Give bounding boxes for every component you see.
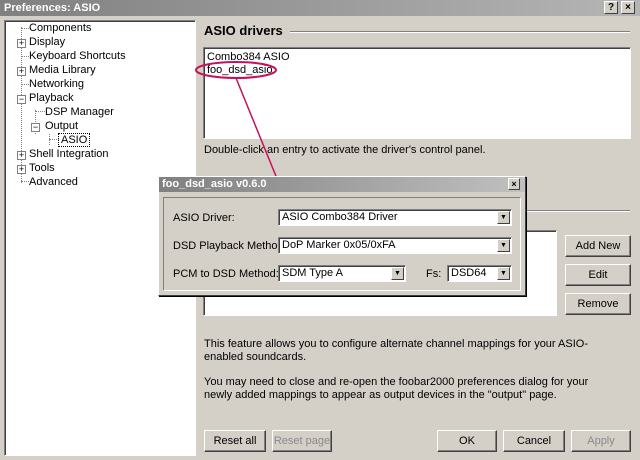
tree-item-components[interactable]: Components: [29, 22, 91, 35]
asio-drivers-heading: ASIO drivers: [204, 23, 283, 38]
close-button[interactable]: ×: [621, 1, 635, 14]
dialog-settings-panel: ASIO Driver: ASIO Combo384 Driver ▼ DSD …: [163, 197, 521, 291]
tree-item-display[interactable]: Display: [29, 36, 65, 49]
collapse-icon[interactable]: −: [31, 123, 40, 132]
fs-select[interactable]: DSD64 ▼: [447, 265, 512, 282]
tree-item-media-library[interactable]: Media Library: [29, 64, 96, 77]
pcm-to-dsd-method-select[interactable]: SDM Type A ▼: [278, 265, 406, 282]
tree-item-asio[interactable]: ASIO: [57, 133, 91, 147]
driver-item-combo384[interactable]: Combo384 ASIO: [207, 51, 290, 63]
dialog-title: foo_dsd_asio v0.6.0: [162, 178, 267, 190]
remove-button[interactable]: Remove: [565, 293, 631, 315]
dsd-playback-method-select[interactable]: DoP Marker 0x05/0xFA ▼: [278, 237, 512, 254]
collapse-icon[interactable]: −: [17, 95, 26, 104]
dropdown-arrow-icon[interactable]: ▼: [497, 211, 510, 224]
driver-hint: Double-click an entry to activate the dr…: [204, 144, 486, 156]
driver-item-foo-dsd-asio[interactable]: foo_dsd_asio: [207, 64, 272, 76]
asio-driver-select[interactable]: ASIO Combo384 Driver ▼: [278, 209, 512, 226]
dsd-playback-method-label: DSD Playback Method:: [173, 240, 287, 252]
expand-icon[interactable]: +: [17, 165, 26, 174]
tree-item-playback[interactable]: Playback: [29, 92, 74, 105]
reset-all-button[interactable]: Reset all: [204, 430, 266, 452]
tree-item-networking[interactable]: Networking: [29, 78, 84, 91]
mapping-divider: [525, 210, 630, 212]
dropdown-arrow-icon[interactable]: ▼: [497, 239, 510, 252]
fs-value: DSD64: [451, 267, 487, 279]
fs-label: Fs:: [426, 268, 442, 280]
ok-button[interactable]: OK: [437, 430, 497, 452]
expand-icon[interactable]: +: [17, 151, 26, 160]
tree-item-dsp-manager[interactable]: DSP Manager: [45, 106, 114, 119]
dropdown-arrow-icon[interactable]: ▼: [497, 267, 510, 280]
help-button[interactable]: ?: [604, 1, 618, 14]
window-title: Preferences: ASIO: [4, 2, 101, 14]
tree-item-output[interactable]: Output: [45, 120, 78, 133]
tree-item-shell-integration[interactable]: Shell Integration: [29, 148, 109, 161]
reset-page-button[interactable]: Reset page: [272, 430, 332, 452]
dropdown-arrow-icon[interactable]: ▼: [391, 267, 404, 280]
expand-icon[interactable]: +: [17, 39, 26, 48]
window-titlebar: Preferences: ASIO: [0, 0, 640, 16]
cancel-button[interactable]: Cancel: [503, 430, 565, 452]
edit-button[interactable]: Edit: [565, 264, 631, 286]
dialog-close-button[interactable]: ×: [508, 178, 520, 190]
foo-dsd-asio-dialog: foo_dsd_asio v0.6.0 × ASIO Driver: ASIO …: [158, 176, 526, 296]
dialog-titlebar: foo_dsd_asio v0.6.0: [159, 177, 525, 192]
asio-driver-list[interactable]: Combo384 ASIO foo_dsd_asio: [203, 47, 631, 139]
tree-item-keyboard-shortcuts[interactable]: Keyboard Shortcuts: [29, 50, 126, 63]
tree-item-tools[interactable]: Tools: [29, 162, 55, 175]
add-new-button[interactable]: Add New: [565, 235, 631, 257]
tree-item-advanced[interactable]: Advanced: [29, 176, 78, 189]
apply-button[interactable]: Apply: [571, 430, 631, 452]
mapping-note-2: You may need to close and re-open the fo…: [204, 376, 589, 401]
pcm-to-dsd-label: PCM to DSD Method:: [173, 268, 279, 280]
pcm-to-dsd-method-value: SDM Type A: [282, 267, 343, 279]
asio-driver-label: ASIO Driver:: [173, 212, 235, 224]
asio-driver-value: ASIO Combo384 Driver: [282, 211, 398, 223]
mapping-note-1: This feature allows you to configure alt…: [204, 338, 588, 363]
dsd-playback-method-value: DoP Marker 0x05/0xFA: [282, 239, 396, 251]
expand-icon[interactable]: +: [17, 67, 26, 76]
heading-divider: [290, 31, 630, 33]
